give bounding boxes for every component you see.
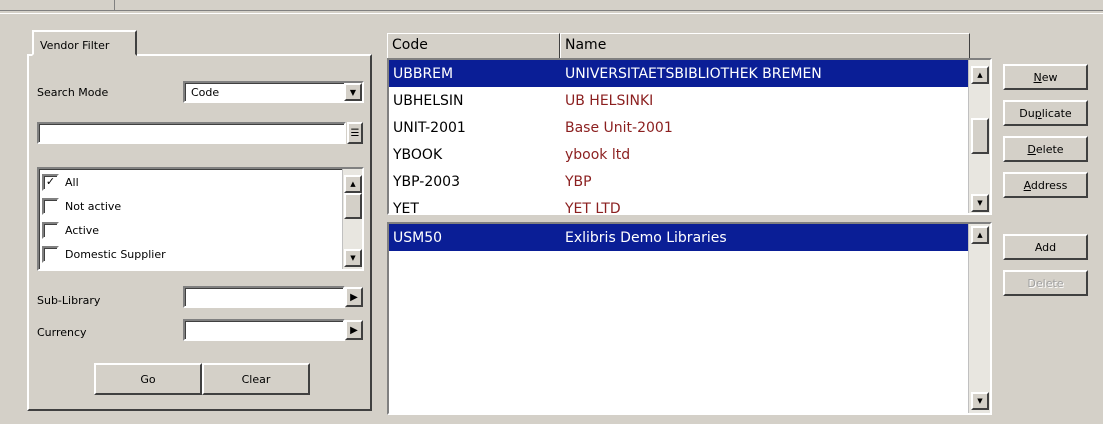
search-mode-select[interactable]: Code ▼ [183,81,364,103]
list-picker-icon[interactable]: ☰ [347,122,363,144]
vendor-name: YET LTD [565,200,621,215]
status-option-label: Active [65,223,100,237]
vendor-name: YBP [565,173,592,190]
add-button[interactable]: Add [1003,234,1088,260]
vendor-grid-scrollbar[interactable]: ▲ ▼ [968,60,990,213]
new-button[interactable]: New [1003,64,1088,90]
currency-input[interactable] [183,319,345,341]
duplicate-button[interactable]: Duplicate [1003,100,1088,126]
vendor-grid: UBBREM UNIVERSITAETSBIBLIOTHEK BREMEN UBH… [387,58,992,215]
vendor-code: UNIT-2001 [393,119,466,136]
vendor-code: YET [393,200,419,215]
status-option-label: Domestic Supplier [65,247,166,261]
status-option-not-active[interactable]: Not active [39,194,362,218]
status-option-all[interactable]: ✓ All [39,170,362,194]
status-option-label: Not active [65,199,122,213]
sub-library-label: Sub-Library [37,294,101,307]
checkbox-not-active[interactable] [42,197,59,215]
scroll-up-icon[interactable]: ▲ [971,226,989,244]
scroll-down-icon[interactable]: ▼ [971,194,989,212]
status-option-label: All [65,175,79,189]
sublist-scrollbar[interactable]: ▲ ▼ [968,224,990,413]
checkbox-domestic-supplier[interactable] [42,245,59,263]
go-button[interactable]: Go [94,363,202,395]
duplicate-button-rest: licate [1041,106,1072,120]
scroll-thumb[interactable] [971,118,989,154]
scroll-down-icon[interactable]: ▼ [971,392,989,410]
status-checklist: ✓ All Not active Active Domestic Supplier… [37,167,364,271]
table-row[interactable]: YBP-2003 YBP [389,168,969,195]
vendor-sublist-grid: USM50 Exlibris Demo Libraries ▲ ▼ [387,222,992,415]
address-button[interactable]: Address [1003,172,1088,198]
checkbox-active[interactable] [42,221,59,239]
column-header-name[interactable]: Name [560,33,970,59]
status-option-active[interactable]: Active [39,218,362,242]
access-key: p [1034,106,1042,120]
currency-browse-icon[interactable]: ▶ [345,320,363,340]
currency-label: Currency [37,326,87,339]
delete-button-rest: elete [1035,142,1064,156]
vendor-code: UBBREM [393,65,454,82]
new-button-rest: ew [1041,70,1058,84]
table-row[interactable]: UNIT-2001 Base Unit-2001 [389,114,969,141]
access-key: N [1033,70,1042,84]
status-list: ✓ All Not active Active Domestic Supplier [39,169,362,266]
vendor-code: UBHELSIN [393,92,464,109]
vendor-name: Base Unit-2001 [565,119,673,136]
tab-vendor-filter[interactable]: Vendor Filter [32,30,137,56]
checklist-scrollbar[interactable]: ▲ ▼ [342,169,362,269]
table-row[interactable]: YBOOK ybook ltd [389,141,969,168]
tab-label: Vendor Filter [40,39,110,52]
search-input[interactable] [37,122,346,144]
table-row[interactable]: USM50 Exlibris Demo Libraries [389,224,969,251]
scroll-up-icon[interactable]: ▲ [344,175,362,193]
scroll-down-icon[interactable]: ▼ [344,249,362,267]
table-row[interactable]: YET YET LTD [389,195,969,215]
vendor-name: ybook ltd [565,146,631,163]
access-key: D [1027,142,1036,156]
delete-sublist-button[interactable]: Delete [1003,270,1088,296]
clear-button[interactable]: Clear [202,363,310,395]
duplicate-button-start: Du [1019,106,1035,120]
vendor-code: YBP-2003 [393,173,460,190]
sub-library-input[interactable] [183,286,345,308]
table-row[interactable]: UBHELSIN UB HELSINKI [389,87,969,114]
vendor-name: UB HELSINKI [565,92,654,109]
window-edge [0,0,115,10]
window-divider [0,10,1103,14]
sublist-code: USM50 [393,229,443,246]
sublist-name: Exlibris Demo Libraries [565,229,727,246]
vendor-code: YBOOK [393,146,443,163]
delete-button[interactable]: Delete [1003,136,1088,162]
search-mode-value: Code [191,86,220,99]
scroll-up-icon[interactable]: ▲ [971,66,989,84]
column-header-code[interactable]: Code [387,33,560,59]
search-mode-label: Search Mode [37,86,109,99]
address-button-rest: ddress [1030,178,1068,192]
table-row[interactable]: UBBREM UNIVERSITAETSBIBLIOTHEK BREMEN [389,60,969,87]
status-option-domestic-supplier[interactable]: Domestic Supplier [39,242,362,266]
vendor-name: UNIVERSITAETSBIBLIOTHEK BREMEN [565,65,822,82]
sub-library-browse-icon[interactable]: ▶ [345,287,363,307]
scroll-thumb[interactable] [344,193,362,219]
chevron-down-icon[interactable]: ▼ [344,83,362,101]
checkbox-all[interactable]: ✓ [42,173,59,191]
access-key: A [1023,178,1031,192]
